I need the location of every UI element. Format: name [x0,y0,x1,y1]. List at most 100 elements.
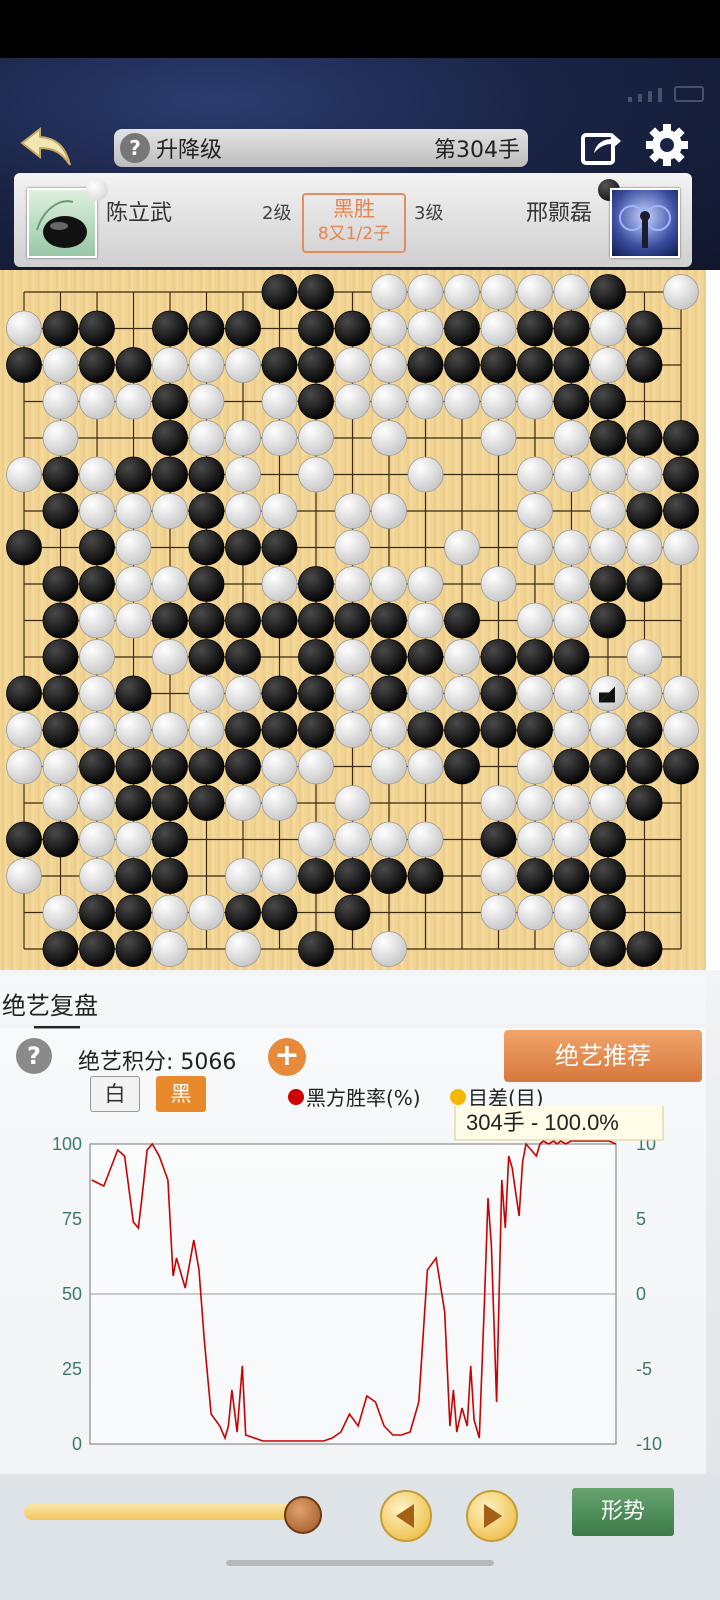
white-stone [626,675,663,712]
black-stone [298,858,334,894]
winrate-chart[interactable]: 10075502501050-5-10 304手 - 100.0% [0,1106,706,1476]
white-stone [152,931,188,967]
white-stone [298,748,334,785]
white-stone [626,529,663,566]
black-stone [6,675,42,712]
white-stone [371,566,407,602]
white-stone [152,566,188,602]
white-stone [553,712,590,748]
black-stone [225,712,261,748]
battery-icon [674,86,704,102]
move-slider-track[interactable] [24,1504,314,1520]
white-stone [115,529,152,566]
status-bar [0,0,720,58]
black-stone [298,347,334,383]
white-stone [371,821,407,858]
white-stone [225,347,261,383]
white-stone [334,785,371,821]
white-stone [115,821,152,858]
white-stone [261,858,298,894]
black-stone [480,821,517,858]
white-stone [407,274,444,310]
white-stone [626,639,663,675]
black-stone [152,821,188,858]
white-stone [407,821,444,858]
y-right-tick: 0 [636,1284,646,1304]
black-stone [188,639,225,675]
ai-recommend-button[interactable]: 绝艺推荐 [504,1030,702,1082]
go-stone-logo-icon [36,200,87,248]
white-stone [553,420,590,456]
black-stone [188,310,225,347]
white-stone [663,529,699,566]
white-stone [553,602,590,639]
white-stone [517,894,553,931]
black-stone [42,639,79,675]
next-move-button[interactable] [466,1490,518,1542]
white-stone [225,493,261,529]
gear-icon[interactable] [644,122,690,168]
white-stone [115,712,152,748]
black-stone [626,748,663,785]
black-stone [626,566,663,602]
player-left-name: 陈立武 [106,201,173,226]
black-stone [590,894,626,931]
result-margin: 8又1/2子 [317,224,391,244]
add-score-button[interactable]: + [268,1038,306,1076]
prev-move-button[interactable] [380,1490,432,1542]
white-stone [6,748,42,785]
red-dot-icon [288,1088,304,1105]
player-right-avatar[interactable] [610,188,680,258]
black-stone [188,602,225,639]
white-stone [188,420,225,456]
review-tab-label[interactable]: 绝艺复盘 [2,986,98,1021]
white-stone [517,602,553,639]
white-stone [553,529,590,566]
black-stone [298,310,334,347]
black-stone [444,347,480,383]
back-arrow-icon[interactable] [18,125,74,169]
review-tab-bar: 绝艺复盘 [0,976,706,1029]
black-stone [152,310,188,347]
black-stone [298,639,334,675]
black-stone [590,566,626,602]
y-left-tick: 25 [62,1359,82,1379]
black-stone [480,675,517,712]
game-result-badge: 黑胜 8又1/2子 [302,193,406,253]
white-stone [42,785,79,821]
white-stone [480,785,517,821]
black-stone [225,602,261,639]
go-board[interactable] [0,270,706,970]
black-stone [115,785,152,821]
question-icon[interactable]: ? [120,133,150,163]
black-stone [152,858,188,894]
white-stone [553,274,590,310]
black-stone [626,712,663,748]
white-stone [334,712,371,748]
situation-button[interactable]: 形势 [572,1488,674,1536]
black-stone [188,785,225,821]
white-stone [225,931,261,967]
player-right-name: 邢颢磊 [526,201,593,226]
white-stone [626,456,663,493]
move-slider-thumb[interactable] [284,1496,322,1534]
white-stone [188,383,225,420]
share-icon[interactable] [580,125,622,167]
black-stone [334,602,371,639]
white-stone [480,274,517,310]
black-stone [261,712,298,748]
y-left-tick: 100 [52,1134,82,1154]
help-icon[interactable]: ? [16,1038,52,1074]
black-stone [298,274,334,310]
black-stone [79,310,115,347]
black-stone [152,748,188,785]
player-left-avatar[interactable] [27,188,97,258]
black-stone [407,639,444,675]
white-stone [407,602,444,639]
white-stone [517,383,553,420]
white-stone [261,383,298,420]
white-stone [553,785,590,821]
black-stone [261,602,298,639]
black-stone [517,347,553,383]
black-stone [6,529,42,566]
